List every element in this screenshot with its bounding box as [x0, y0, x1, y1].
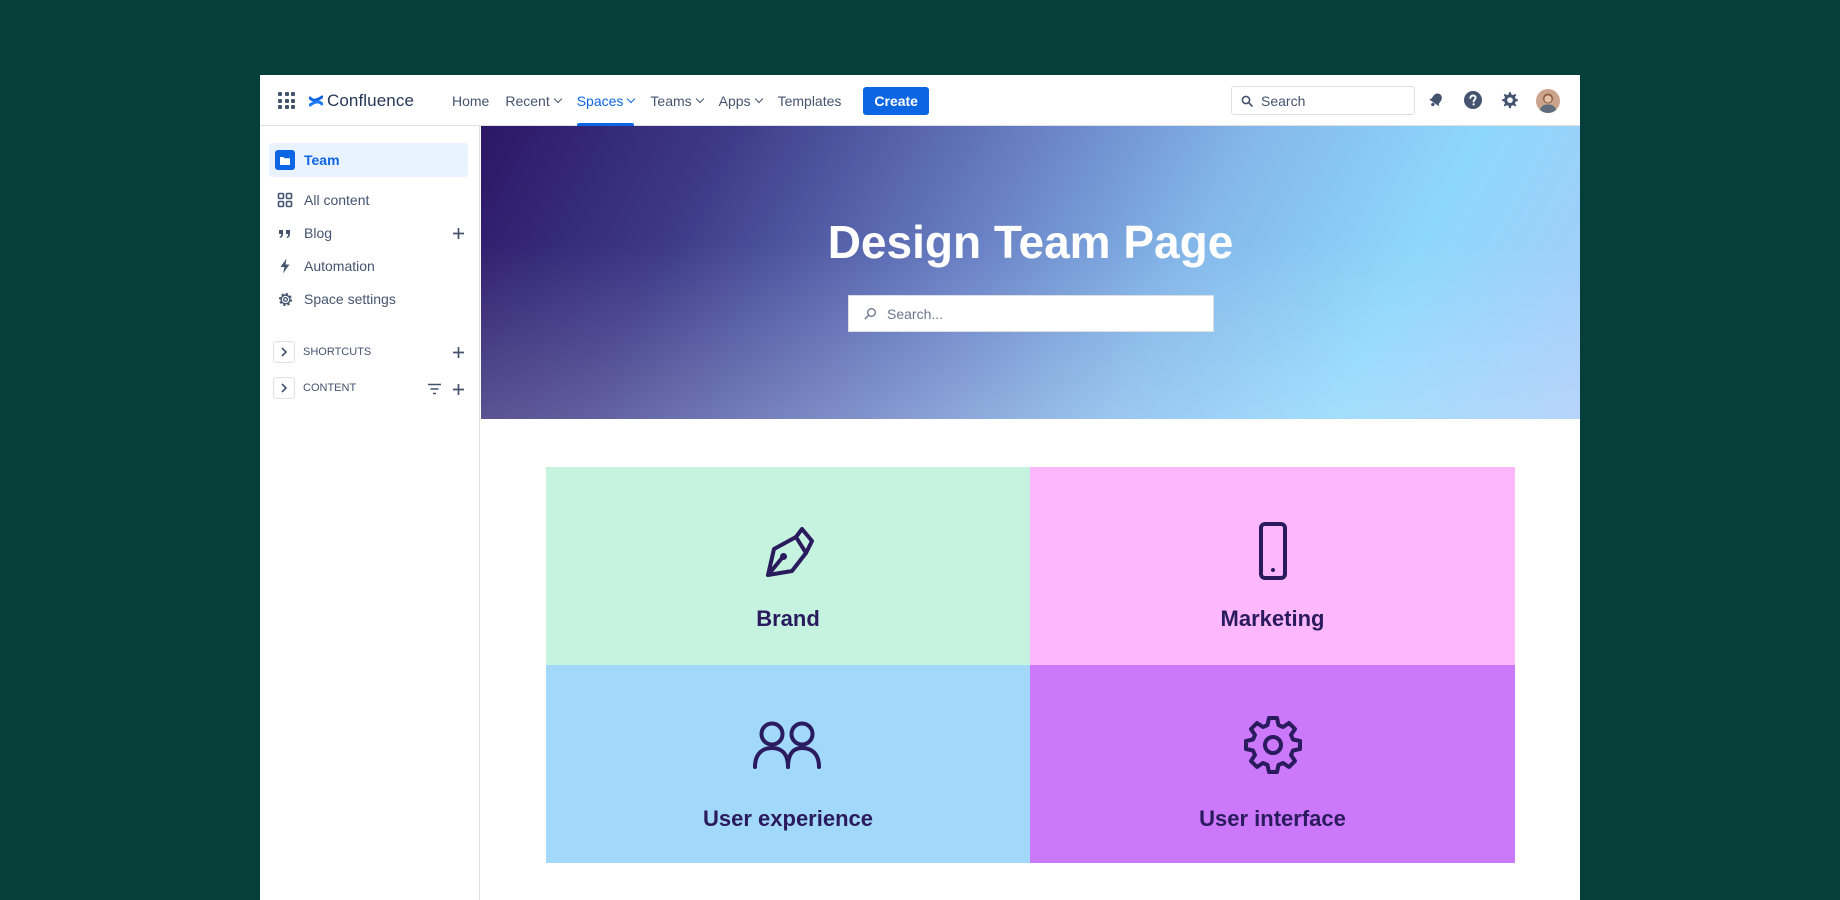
notification-bell-icon[interactable] — [1424, 88, 1448, 112]
tile-marketing[interactable]: Marketing — [1030, 467, 1515, 665]
space-folder-icon — [275, 150, 295, 170]
search-icon — [864, 308, 876, 320]
section-label: SHORTCUTS — [303, 346, 372, 358]
user-avatar[interactable] — [1536, 89, 1560, 113]
confluence-window: Confluence Home Recent Spaces Teams Apps… — [260, 75, 1580, 900]
chevron-down-icon — [695, 94, 704, 104]
users-icon — [753, 721, 821, 769]
settings-gear-icon[interactable] — [1498, 88, 1522, 112]
help-icon[interactable] — [1461, 88, 1485, 112]
quote-icon — [275, 223, 295, 243]
hero-banner: Design Team Page — [481, 126, 1580, 419]
pen-nib-icon — [766, 527, 814, 577]
create-button[interactable]: Create — [863, 86, 929, 115]
hero-search-box[interactable] — [848, 295, 1214, 332]
primary-nav: Home Recent Spaces Teams Apps Templates … — [444, 75, 929, 126]
add-shortcut-plus-icon[interactable] — [450, 344, 466, 360]
page-title: Design Team Page — [827, 216, 1234, 268]
tile-brand[interactable]: Brand — [546, 467, 1030, 665]
nav-spaces-label: Spaces — [576, 92, 624, 109]
add-blog-plus-icon[interactable] — [450, 225, 466, 241]
sidebar-item-label: Automation — [304, 258, 375, 274]
sidebar-section-content[interactable]: CONTENT — [273, 377, 356, 399]
filter-icon[interactable] — [426, 381, 442, 397]
nav-apps-label: Apps — [718, 92, 751, 109]
gear-icon — [275, 289, 295, 309]
sidebar-item-automation[interactable]: Automation — [269, 249, 468, 283]
team-tiles-grid: Brand Marketing User experience User int… — [546, 467, 1515, 863]
nav-recent-label: Recent — [505, 92, 550, 109]
nav-teams[interactable]: Teams — [642, 75, 710, 126]
gear-icon — [1243, 716, 1302, 774]
nav-teams-label: Teams — [650, 92, 692, 109]
sidebar-item-label: Blog — [304, 225, 333, 241]
chevron-down-icon — [553, 94, 562, 104]
confluence-logo-icon — [309, 95, 323, 107]
section-label: CONTENT — [303, 382, 357, 394]
search-icon — [1241, 95, 1253, 107]
app-name: Confluence — [327, 91, 415, 110]
sidebar-item-space-settings[interactable]: Space settings — [269, 282, 468, 316]
grid-icon — [275, 190, 295, 210]
sidebar-item-label: All content — [304, 192, 370, 208]
lightning-icon — [275, 256, 295, 276]
top-search-box[interactable] — [1231, 86, 1415, 115]
chevron-down-icon — [754, 94, 763, 104]
tile-label: User experience — [703, 806, 873, 831]
nav-home-label: Home — [452, 92, 490, 109]
chevron-right-icon[interactable] — [273, 341, 295, 363]
sidebar-item-all-content[interactable]: All content — [269, 183, 468, 217]
sidebar-item-blog[interactable]: Blog — [269, 216, 468, 250]
space-name: Team — [304, 152, 340, 168]
nav-templates-label: Templates — [777, 92, 842, 109]
nav-spaces[interactable]: Spaces — [569, 75, 643, 126]
sidebar-section-shortcuts[interactable]: SHORTCUTS — [273, 341, 371, 363]
top-navigation: Confluence Home Recent Spaces Teams Apps… — [260, 75, 1580, 126]
tile-label: User interface — [1199, 806, 1346, 831]
nav-apps[interactable]: Apps — [711, 75, 770, 126]
tile-label: Marketing — [1220, 606, 1325, 631]
chevron-right-icon[interactable] — [273, 377, 295, 399]
confluence-logo[interactable]: Confluence — [309, 90, 414, 112]
tile-label: Brand — [756, 606, 820, 631]
mobile-phone-icon — [1258, 522, 1287, 580]
nav-home[interactable]: Home — [444, 75, 497, 126]
nav-recent[interactable]: Recent — [497, 75, 568, 126]
hero-search-input[interactable] — [887, 305, 1187, 322]
top-search-input[interactable] — [1261, 92, 1401, 109]
tile-user-experience[interactable]: User experience — [546, 665, 1030, 863]
tile-user-interface[interactable]: User interface — [1030, 665, 1515, 863]
space-sidebar: Team All content Blog Automation Space s… — [260, 126, 480, 900]
sidebar-item-team[interactable]: Team — [269, 143, 468, 177]
add-content-plus-icon[interactable] — [450, 381, 466, 397]
nav-templates[interactable]: Templates — [770, 75, 850, 126]
chevron-down-icon — [627, 94, 636, 104]
app-switcher-icon[interactable] — [278, 92, 295, 109]
sidebar-item-label: Space settings — [304, 291, 396, 307]
